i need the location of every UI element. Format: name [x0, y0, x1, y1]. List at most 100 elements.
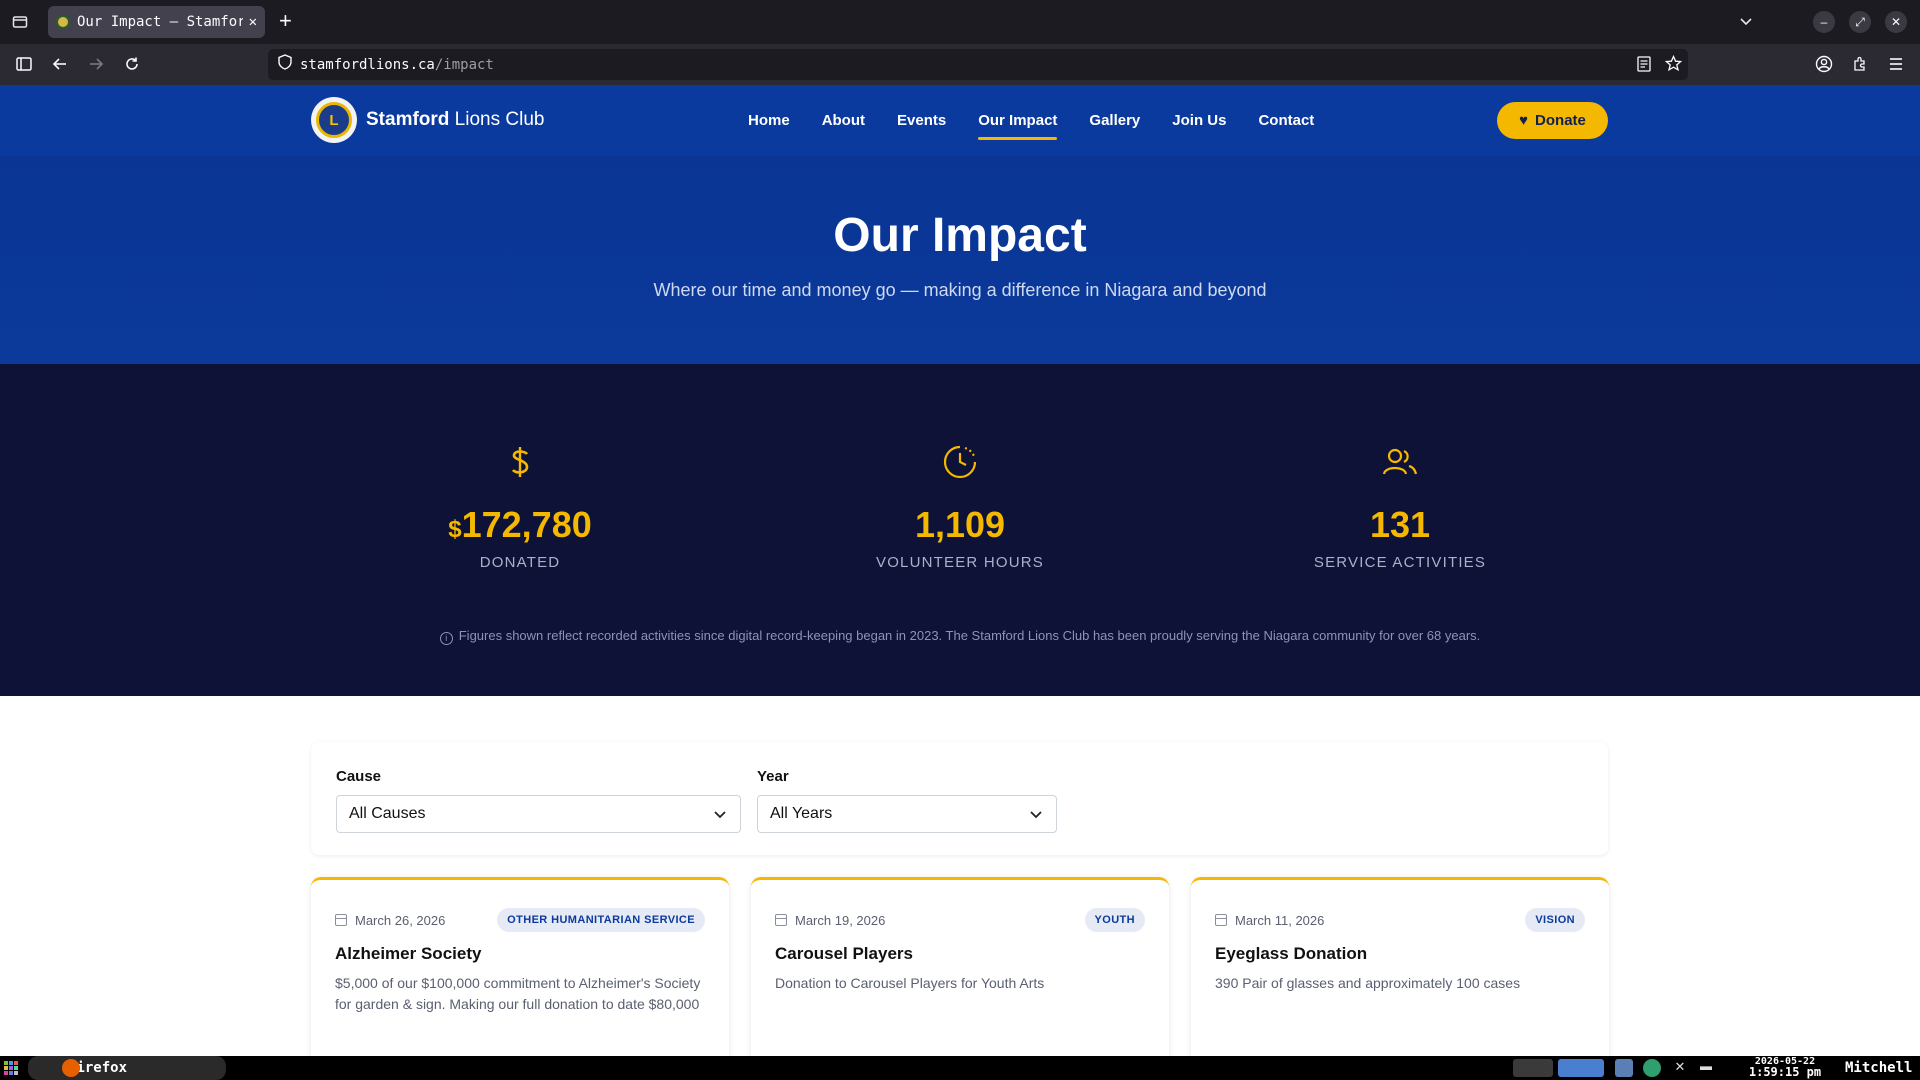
card-description: $5,000 of our $100,000 commitment to Alz… [335, 975, 701, 1012]
card-title: Alzheimer Society [335, 944, 482, 963]
info-icon: i [439, 632, 453, 645]
nav-join-us[interactable]: Join Us [1172, 85, 1226, 156]
people-icon [1250, 442, 1550, 482]
site-shield-icon[interactable] [278, 54, 292, 75]
card-description: Donation to Carousel Players for Youth A… [775, 975, 1045, 991]
brand-name: Stamford Lions Club [366, 109, 544, 131]
stat-service-activities: 131 SERVICE ACTIVITIES [1250, 442, 1550, 571]
menu-hamburger-icon[interactable] [1885, 53, 1907, 75]
stat-volunteer-hours: 1,109 VOLUNTEER HOURS [810, 442, 1110, 571]
impact-card[interactable]: March 26, 2026 OTHER HUMANITARIAN SERVIC… [311, 877, 729, 1057]
tab-overview-icon[interactable] [8, 10, 32, 34]
network-icon[interactable] [1615, 1059, 1633, 1077]
notifications-icon[interactable]: ▬ [1697, 1059, 1715, 1077]
reload-icon[interactable] [121, 53, 143, 75]
stat-value: 1,109 [810, 504, 1110, 546]
main-nav: Home About Events Our Impact Gallery Joi… [748, 85, 1346, 156]
nav-gallery[interactable]: Gallery [1089, 85, 1140, 156]
lions-favicon-icon [56, 15, 70, 29]
url-host: stamfordlions.ca [300, 56, 435, 73]
card-date-text: March 26, 2026 [355, 912, 446, 928]
cause-badge: OTHER HUMANITARIAN SERVICE [497, 908, 705, 932]
workspace-switcher-icon[interactable] [1513, 1059, 1553, 1077]
reader-view-icon[interactable] [1637, 56, 1651, 77]
stat-activities-value: 131 [1369, 504, 1431, 545]
tab-title: Our Impact — Stamford Lions Club [77, 14, 243, 30]
site-header: L Stamford Lions Club Home About Events … [0, 85, 1920, 156]
brand-home-link[interactable]: L Stamford Lions Club [311, 97, 544, 143]
logo-letter: L [316, 102, 352, 138]
forward-arrow-icon[interactable] [85, 53, 107, 75]
card-title: Carousel Players [775, 944, 913, 963]
card-meta: March 19, 2026 YOUTH [775, 906, 1145, 934]
card-date: March 19, 2026 [775, 913, 885, 928]
stat-value: $172,780 [370, 504, 670, 546]
cause-select[interactable]: All Causes [336, 795, 741, 833]
card-title: Eyeglass Donation [1215, 944, 1368, 963]
impact-stats: $172,780 DONATED 1,109 VOLUNTEER HOURS 1… [0, 364, 1920, 696]
url-path: /impact [434, 56, 494, 73]
nav-contact[interactable]: Contact [1258, 85, 1314, 156]
heart-icon: ♥ [1519, 112, 1529, 129]
filters-panel: Cause All Causes Year All Years [311, 742, 1608, 855]
taskbar-user[interactable]: Mitchell [1845, 1060, 1912, 1076]
impact-card[interactable]: March 11, 2026 VISION Eyeglass Donation … [1191, 877, 1609, 1057]
chevron-down-icon [714, 811, 726, 819]
stat-label: DONATED [479, 554, 561, 571]
url-bar[interactable]: stamfordlions.ca/impact [268, 49, 1688, 80]
tab-list-chevron-icon[interactable] [1734, 10, 1758, 34]
sidebar-toggle-icon[interactable] [13, 53, 35, 75]
minimize-icon[interactable]: – [1813, 11, 1835, 33]
year-select[interactable]: All Years [757, 795, 1057, 833]
browser-tabbar: Our Impact — Stamford Lions Club ✕ + – ⤢… [0, 0, 1920, 44]
app-menu-grid-icon[interactable] [4, 1061, 18, 1080]
year-filter: Year All Years [757, 768, 1057, 833]
browser-navbar: stamfordlions.ca/impact [0, 44, 1920, 85]
account-icon[interactable] [1813, 53, 1835, 75]
new-tab-icon[interactable]: + [279, 10, 292, 32]
taskbar-time: 1:59:15 pm [1748, 1065, 1822, 1079]
cause-select-value: All Causes [349, 805, 426, 822]
brand-name-bold: Stamford [366, 109, 450, 130]
firefox-icon [62, 1059, 80, 1077]
card-meta: March 26, 2026 OTHER HUMANITARIAN SERVIC… [335, 906, 705, 934]
donate-button[interactable]: ♥ Donate [1497, 102, 1608, 139]
nav-about[interactable]: About [822, 85, 865, 156]
back-arrow-icon[interactable] [49, 53, 71, 75]
calendar-icon [335, 914, 347, 926]
stat-label: VOLUNTEER HOURS [875, 554, 1045, 571]
hero-section: Our Impact Where our time and money go —… [0, 156, 1920, 364]
update-icon[interactable] [1643, 1059, 1661, 1077]
stat-donated: $172,780 DONATED [370, 442, 670, 571]
taskbar-clock[interactable]: 2026-05-22 1:59:15 pm [1740, 1056, 1830, 1078]
cause-badge: YOUTH [1084, 908, 1145, 932]
close-window-icon[interactable]: ✕ [1885, 11, 1907, 33]
stat-currency: $ [448, 516, 462, 543]
cause-filter: Cause All Causes [336, 768, 741, 833]
donate-label: Donate [1535, 112, 1586, 129]
tab-close-icon[interactable]: ✕ [249, 14, 257, 30]
stat-hours-value: 1,109 [914, 504, 1006, 545]
stat-value: 131 [1250, 504, 1550, 546]
extensions-puzzle-icon[interactable] [1849, 53, 1871, 75]
card-date: March 11, 2026 [1215, 913, 1324, 928]
active-window-icon[interactable] [1558, 1059, 1604, 1077]
volume-muted-icon[interactable]: ✕ [1671, 1059, 1689, 1077]
clock-icon [810, 442, 1110, 482]
year-label: Year [757, 768, 789, 785]
impact-card[interactable]: March 19, 2026 YOUTH Carousel Players Do… [751, 877, 1169, 1057]
chevron-down-icon [1030, 811, 1042, 819]
nav-our-impact[interactable]: Our Impact [978, 85, 1058, 156]
maximize-icon[interactable]: ⤢ [1849, 11, 1871, 33]
card-meta: March 11, 2026 VISION [1215, 906, 1585, 934]
stat-donated-value: 172,780 [461, 504, 592, 545]
browser-tab-active[interactable]: Our Impact — Stamford Lions Club ✕ [48, 6, 265, 38]
nav-events[interactable]: Events [897, 85, 946, 156]
calendar-icon [1215, 914, 1227, 926]
taskbar-firefox[interactable]: Firefox [28, 1056, 226, 1080]
card-date-text: March 11, 2026 [1235, 912, 1325, 928]
bookmark-star-icon[interactable] [1664, 54, 1683, 77]
calendar-icon [775, 914, 787, 926]
brand-name-rest: Lions Club [449, 109, 545, 130]
nav-home[interactable]: Home [748, 85, 790, 156]
